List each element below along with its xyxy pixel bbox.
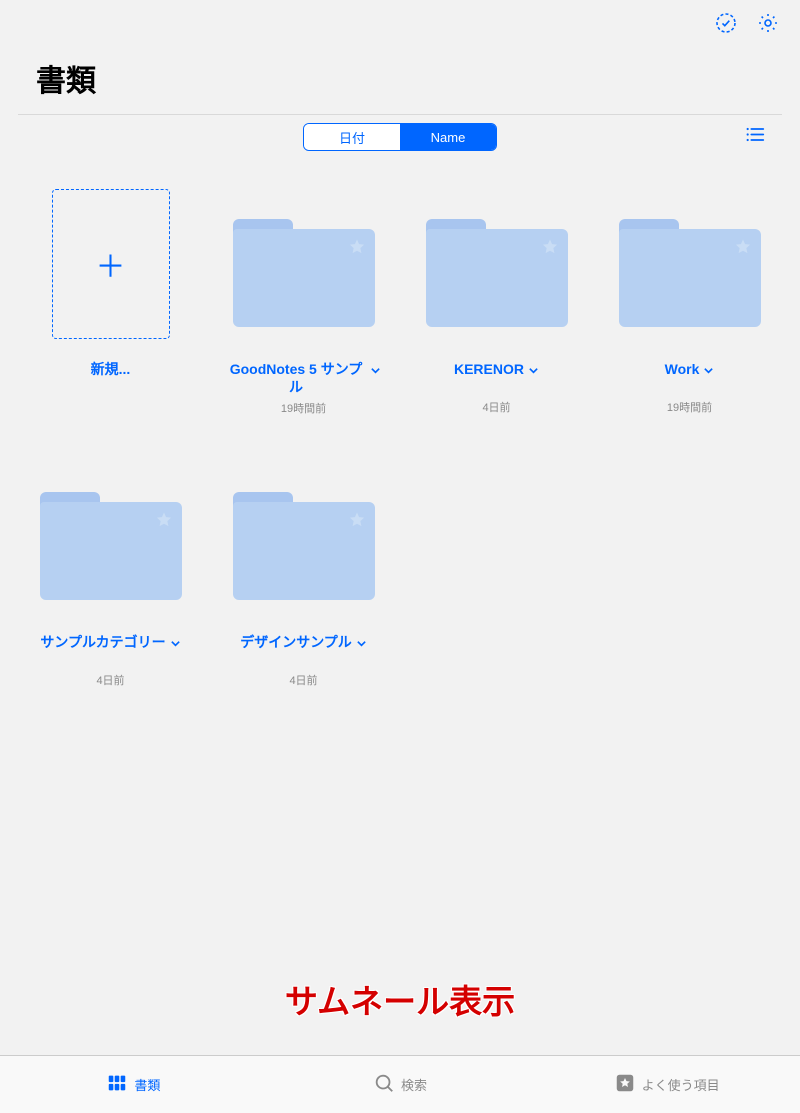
folder-cell[interactable]: Work 19時間前 <box>609 189 770 416</box>
folder-cell[interactable]: デザインサンプル 4日前 <box>223 462 384 688</box>
star-icon[interactable] <box>347 510 367 535</box>
folder-cell[interactable]: KERENOR 4日前 <box>416 189 577 416</box>
folder-icon <box>40 492 182 600</box>
folder-icon <box>233 219 375 327</box>
folder-meta: 19時間前 <box>667 399 712 415</box>
folder-icon <box>426 219 568 327</box>
bottom-tabbar: 書類 検索 よく使う項目 <box>0 1055 800 1113</box>
page-title: 書類 <box>36 56 764 100</box>
folder-meta: 4日前 <box>289 672 317 688</box>
tab-favorites-label: よく使う項目 <box>642 1075 720 1094</box>
gear-icon[interactable] <box>756 11 780 40</box>
folder-meta: 19時間前 <box>281 400 326 416</box>
search-icon <box>373 1072 395 1097</box>
star-icon[interactable] <box>733 237 753 262</box>
chevron-down-icon[interactable] <box>703 363 714 381</box>
star-icon[interactable] <box>347 237 367 262</box>
chevron-down-icon[interactable] <box>528 363 539 381</box>
folder-meta: 4日前 <box>96 672 124 688</box>
grid-icon <box>106 1072 128 1097</box>
folder-name: デザインサンプル <box>240 634 352 652</box>
folder-name: KERENOR <box>454 361 524 379</box>
tab-documents-label: 書類 <box>134 1075 160 1094</box>
documents-grid: ＋ 新規... GoodNotes 5 サンプル 19時間前 <box>0 159 800 688</box>
sort-name-tab[interactable]: Name <box>400 124 496 150</box>
folder-name: GoodNotes 5 サンプル <box>226 361 366 396</box>
plus-icon: ＋ <box>96 242 126 286</box>
new-item-box: ＋ <box>52 189 170 339</box>
folder-icon <box>619 219 761 327</box>
chevron-down-icon[interactable] <box>356 636 367 654</box>
tab-search-label: 検索 <box>401 1075 427 1094</box>
folder-cell[interactable]: GoodNotes 5 サンプル 19時間前 <box>223 189 384 416</box>
annotation-text: サムネール表示 <box>285 983 515 1020</box>
sort-segmented: 日付 Name <box>303 123 497 151</box>
annotation-overlay: サムネール表示 <box>0 975 800 1023</box>
folder-cell[interactable]: サンプルカテゴリー 4日前 <box>30 462 191 688</box>
star-badge-icon <box>614 1072 636 1097</box>
list-view-icon[interactable] <box>744 124 766 151</box>
folder-name: サンプルカテゴリー <box>40 634 165 652</box>
tab-favorites[interactable]: よく使う項目 <box>533 1056 800 1113</box>
chevron-down-icon[interactable] <box>370 363 381 381</box>
folder-icon <box>233 492 375 600</box>
top-toolbar <box>0 0 800 50</box>
folder-meta: 4日前 <box>482 399 510 415</box>
new-item-label: 新規... <box>91 361 131 379</box>
star-icon[interactable] <box>540 237 560 262</box>
star-icon[interactable] <box>154 510 174 535</box>
sort-date-tab[interactable]: 日付 <box>304 124 400 150</box>
chevron-down-icon[interactable] <box>170 636 181 654</box>
tab-documents[interactable]: 書類 <box>0 1056 267 1113</box>
folder-name: Work <box>665 361 700 379</box>
tab-search[interactable]: 検索 <box>267 1056 534 1113</box>
select-check-icon[interactable] <box>714 11 738 40</box>
new-item-cell[interactable]: ＋ 新規... <box>30 189 191 416</box>
sort-bar: 日付 Name <box>0 115 800 159</box>
